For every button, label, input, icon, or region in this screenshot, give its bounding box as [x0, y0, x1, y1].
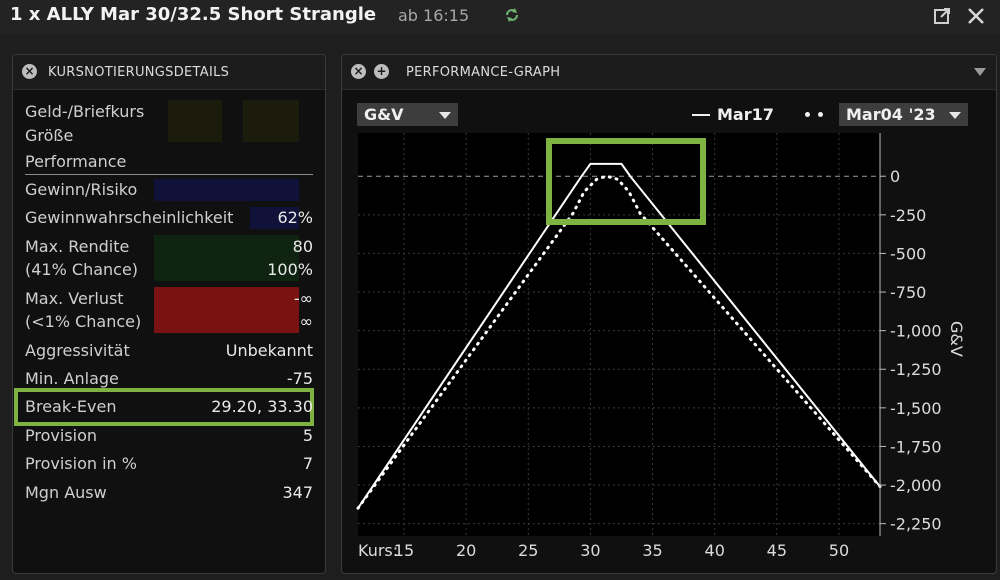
legend-solid-label: Mar17 [717, 105, 774, 124]
aggressiveness-label: Aggressivität [25, 341, 130, 360]
min-investment-label: Min. Anlage [25, 369, 119, 388]
x-axis-ticks: 15 20 25 30 35 40 45 50 [394, 541, 849, 560]
x-tick-label: 30 [580, 541, 600, 560]
quote-details-title: KURSNOTIERUNGSDETAILS [48, 65, 230, 80]
profit-risk-row: Gewinn/Risiko [25, 180, 313, 202]
max-loss-chance-row: (<1% Chance) ∞ [25, 312, 313, 334]
chevron-down-icon [949, 112, 961, 119]
aggressiveness-value: Unbekannt [225, 341, 313, 360]
y-tick-label: -250 [890, 206, 926, 225]
margin-impact-row: Mgn Ausw 347 [25, 483, 313, 505]
metric-dropdown[interactable]: G&V [357, 103, 458, 126]
aggressiveness-row: Aggressivität Unbekannt [25, 341, 313, 363]
max-loss-row: Max. Verlust -∞ [25, 289, 313, 311]
break-even-label: Break-Even [25, 397, 117, 416]
window-title: 1 x ALLY Mar 30/32.5 Short Strangle [10, 4, 377, 25]
prob-profit-value: 62% [277, 208, 313, 227]
x-tick-label: 25 [518, 541, 538, 560]
plot-area [358, 133, 880, 536]
break-even-value: 29.20, 33.30 [211, 397, 313, 416]
y-tick-label: -1,500 [890, 399, 942, 418]
date-dropdown-label: Mar04 '23 [846, 105, 936, 124]
performance-graph-header: × + PERFORMANCE-GRAPH [342, 55, 996, 90]
profit-risk-label: Gewinn/Risiko [25, 180, 138, 199]
commission-pct-label: Provision in % [25, 454, 137, 473]
y-tick-label: -1,750 [890, 437, 942, 456]
panel-menu-caret-icon[interactable] [973, 67, 987, 77]
y-axis-ticks: 0 -250 -500 -750 -1,000 -1,250 -1,500 -1,750 -2,… [879, 133, 942, 536]
max-loss-chance-label: (<1% Chance) [25, 312, 142, 331]
x-tick-label: 35 [642, 541, 662, 560]
max-return-chance-row: (41% Chance) 100% [25, 260, 313, 282]
legend-dotted-swatch-a [805, 112, 810, 117]
x-tick-label: 45 [767, 541, 787, 560]
y-tick-label: -1,000 [890, 322, 942, 341]
commission-row: Provision 5 [25, 426, 313, 448]
bid-ask-label: Geld-/Briefkurs [25, 102, 145, 121]
max-return-row: Max. Rendite 80 [25, 237, 313, 259]
refresh-icon[interactable] [503, 6, 521, 24]
margin-impact-label: Mgn Ausw [25, 483, 107, 502]
y-tick-label: -750 [890, 283, 926, 302]
min-investment-value: -75 [286, 369, 313, 388]
performance-chart[interactable]: 0 -250 -500 -750 -1,000 -1,250 -1,500 -1,750 -2,… [342, 128, 994, 572]
commission-value: 5 [302, 426, 313, 445]
size-row: Größe [25, 126, 313, 148]
x-tick-label: 40 [705, 541, 725, 560]
commission-pct-value: 7 [302, 454, 313, 473]
y-tick-label: 0 [890, 167, 900, 186]
size-label: Größe [25, 126, 74, 145]
max-return-label: Max. Rendite [25, 237, 130, 256]
bid-ask-row: Geld-/Briefkurs [25, 102, 313, 124]
y-tick-label: -500 [890, 244, 926, 263]
close-panel-icon[interactable]: × [351, 64, 366, 79]
max-return-chance-value: 100% [267, 260, 313, 279]
prob-profit-label: Gewinnwahrscheinlichkeit [25, 208, 234, 227]
max-return-chance-label: (41% Chance) [25, 260, 139, 279]
y-axis-title: G&V [947, 321, 966, 357]
x-tick-label: 50 [829, 541, 849, 560]
max-loss-value: -∞ [293, 289, 313, 308]
popout-icon[interactable] [932, 6, 952, 26]
date-dropdown[interactable]: Mar04 '23 [839, 103, 968, 126]
performance-label: Performance [25, 152, 127, 171]
window-titlebar: 1 x ALLY Mar 30/32.5 Short Strangle ab 1… [0, 0, 1000, 34]
metric-dropdown-label: G&V [364, 105, 404, 124]
prob-profit-row: Gewinnwahrscheinlichkeit 62% [25, 208, 313, 230]
performance-graph-title: PERFORMANCE-GRAPH [406, 65, 561, 80]
x-axis-prefix: Kurs: [358, 541, 398, 560]
close-panel-icon[interactable]: × [22, 64, 37, 79]
max-loss-chance-value: ∞ [299, 312, 313, 331]
legend-dotted-swatch-b [818, 112, 823, 117]
max-loss-label: Max. Verlust [25, 289, 124, 308]
margin-impact-value: 347 [282, 483, 313, 502]
quote-details-header: × KURSNOTIERUNGSDETAILS [13, 55, 325, 90]
commission-label: Provision [25, 426, 98, 445]
legend-solid-swatch [692, 114, 710, 116]
performance-section: Performance [25, 152, 313, 175]
break-even-row: Break-Even 29.20, 33.30 [25, 397, 313, 419]
close-icon[interactable] [965, 5, 987, 27]
quote-details-panel: × KURSNOTIERUNGSDETAILS Geld-/Briefkurs … [12, 54, 326, 574]
chevron-down-icon [439, 112, 451, 119]
y-tick-label: -2,250 [890, 515, 942, 534]
quote-time: ab 16:15 [398, 6, 470, 25]
y-tick-label: -2,000 [890, 476, 942, 495]
commission-pct-row: Provision in % 7 [25, 454, 313, 476]
y-tick-label: -1,250 [890, 360, 942, 379]
add-panel-icon[interactable]: + [374, 64, 389, 79]
max-return-value: 80 [292, 237, 313, 256]
x-tick-label: 20 [456, 541, 476, 560]
